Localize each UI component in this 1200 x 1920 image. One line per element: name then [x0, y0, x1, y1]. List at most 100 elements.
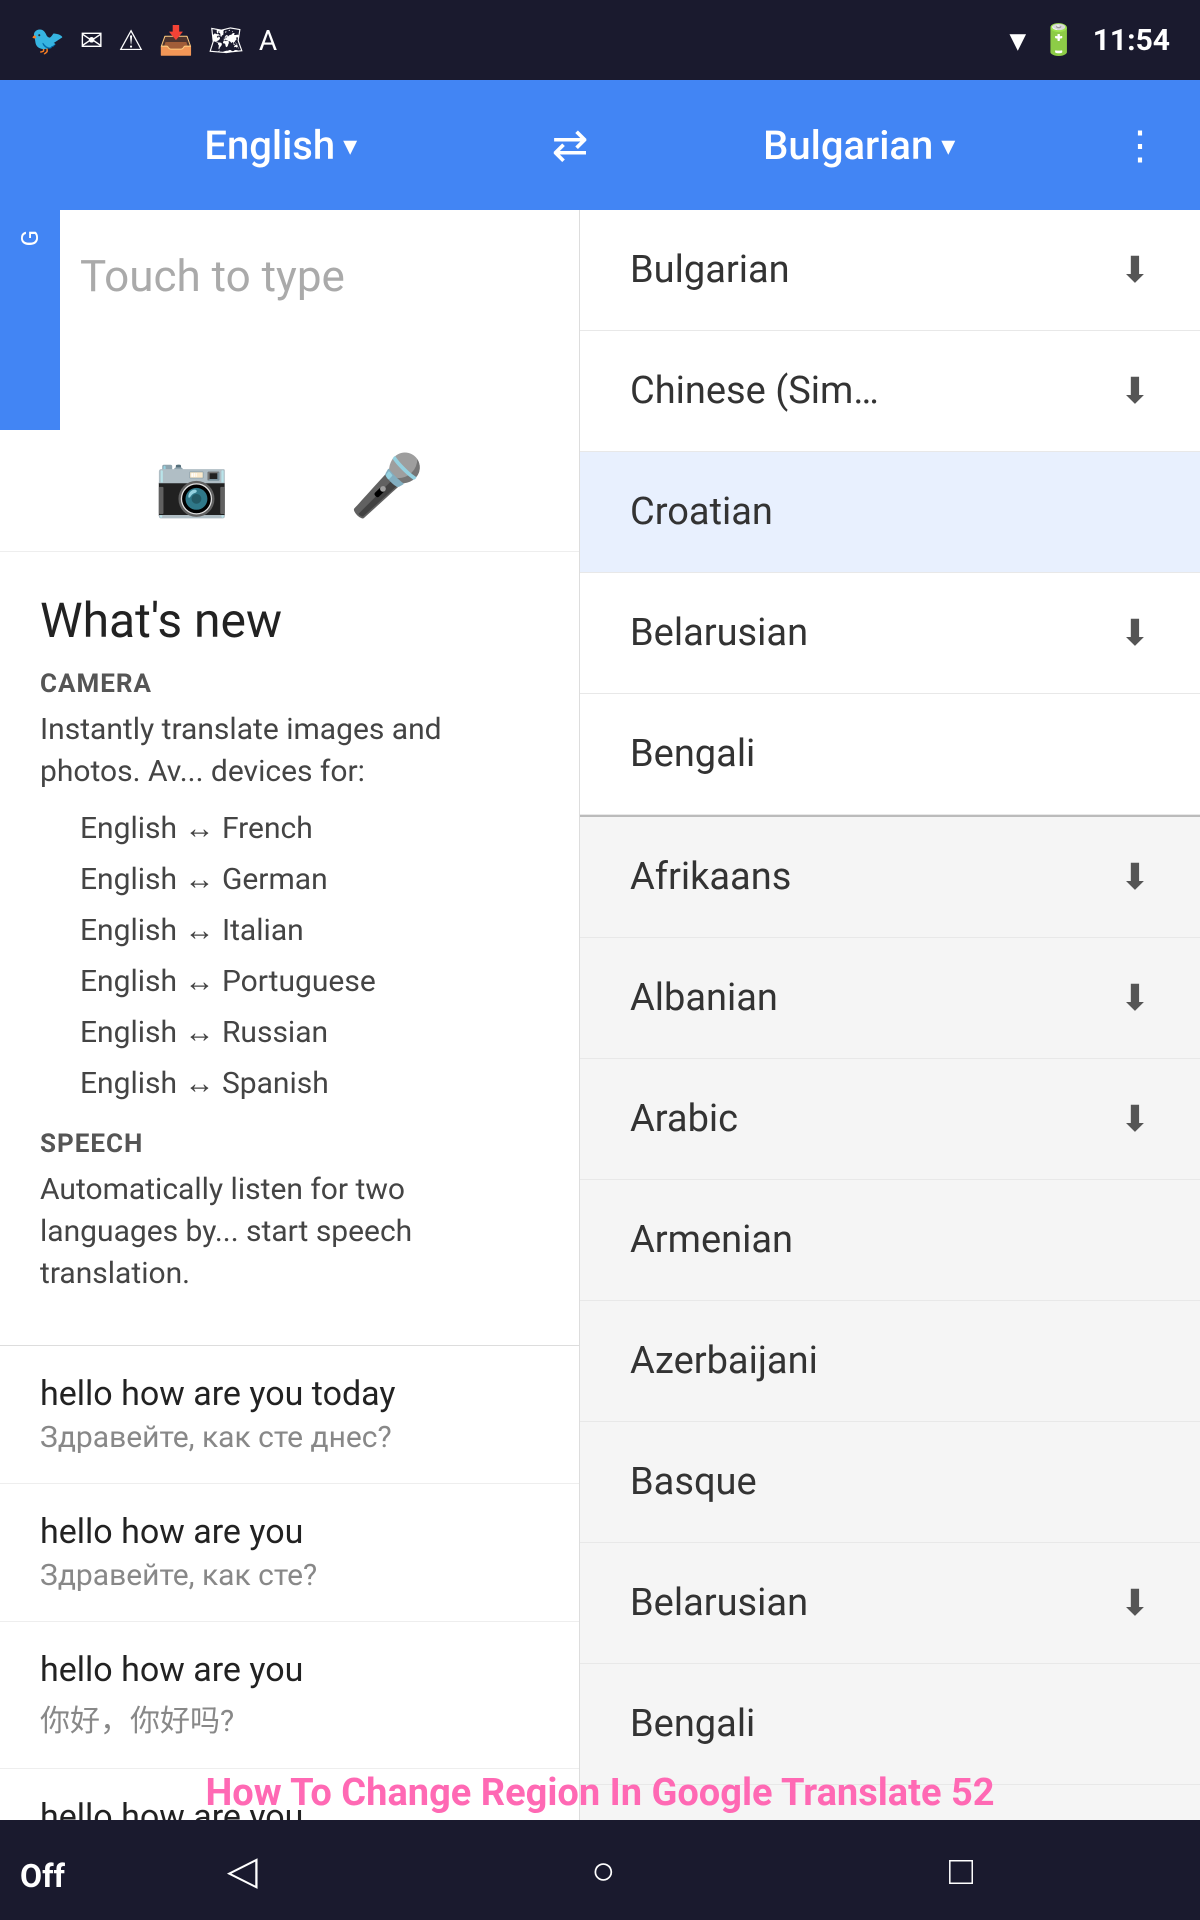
history-item-0[interactable]: hello how are you today Здравейте, как с…	[0, 1346, 579, 1484]
wifi-icon: ▾	[1010, 23, 1025, 58]
download-icon-belarusian[interactable]: ⬇	[1120, 612, 1150, 654]
lang-albanian[interactable]: Albanian ⬇	[580, 938, 1200, 1059]
recents-icon: □	[949, 1847, 973, 1894]
twitter-icon: 🐦	[30, 24, 65, 57]
pinned-lang-bengali[interactable]: Bengali	[580, 694, 1200, 815]
input-area[interactable]: Touch to type	[0, 210, 579, 430]
download-icon-afrikaans[interactable]: ⬇	[1120, 856, 1150, 898]
camera-section-desc: Instantly translate images and photos. A…	[40, 709, 539, 793]
clock: 11:54	[1093, 23, 1170, 58]
pinned-lang-belarusian-label: Belarusian	[630, 611, 808, 655]
lang-basque[interactable]: Basque	[580, 1422, 1200, 1543]
language-dropdown-panel[interactable]: Bulgarian ⬇ Chinese (Sim… ⬇ Croatian Bel…	[580, 210, 1200, 1820]
speech-section-label: SPEECH	[40, 1129, 539, 1159]
gmail-icon: ✉	[80, 24, 103, 57]
lang-pair-german: English ↔ German	[80, 854, 539, 905]
battery-icon: 🔋	[1040, 23, 1077, 58]
lang-afrikaans-label: Afrikaans	[630, 855, 791, 899]
pinned-lang-bulgarian-label: Bulgarian	[630, 248, 790, 292]
history-source-0: hello how are you today	[40, 1374, 539, 1414]
google-logo: G	[16, 230, 44, 246]
lang-azerbaijani[interactable]: Azerbaijani	[580, 1301, 1200, 1422]
download-icon-arabic[interactable]: ⬇	[1120, 1098, 1150, 1140]
lang-arabic-label: Arabic	[630, 1097, 738, 1141]
camera-mic-row: 📷 🎤	[0, 430, 579, 552]
whats-new-card: What's new CAMERA Instantly translate im…	[0, 552, 579, 1346]
home-icon: ○	[591, 1847, 615, 1894]
pinned-lang-bengali-label: Bengali	[630, 732, 755, 776]
download-icon-chinese[interactable]: ⬇	[1120, 370, 1150, 412]
more-icon: ⋮	[1120, 122, 1160, 169]
translation-history: hello how are you today Здравейте, как с…	[0, 1346, 579, 1820]
lang-pair-italian: English ↔ Italian	[80, 905, 539, 956]
warning-icon: ⚠	[118, 24, 143, 57]
lang-pair-russian: English ↔ Russian	[80, 1007, 539, 1058]
lang-bengali-label: Bengali	[630, 1702, 755, 1746]
history-item-1[interactable]: hello how are you Здравейте, как сте?	[0, 1484, 579, 1622]
left-panel: G Touch to type 📷 🎤 What's new CAMERA In…	[0, 210, 580, 1820]
target-lang-dropdown-arrow: ▾	[941, 129, 955, 162]
lang-pair-french: English ↔ French	[80, 803, 539, 854]
top-bar: English ▾ ⇄ Bulgarian ▾ ⋮	[0, 80, 1200, 210]
lang-armenian-label: Armenian	[630, 1218, 793, 1262]
lang-belarusian[interactable]: Belarusian ⬇	[580, 1543, 1200, 1664]
home-button[interactable]: ○	[591, 1847, 615, 1894]
more-options-button[interactable]: ⋮	[1110, 122, 1170, 169]
bottom-nav: Off ◁ ○ □	[0, 1820, 1200, 1920]
status-icons-left: 🐦 ✉ ⚠ 📥 🗺 A	[30, 24, 277, 57]
lang-pair-portuguese: English ↔ Portuguese	[80, 956, 539, 1007]
status-icons-right: ▾ 🔋 11:54	[1010, 23, 1170, 58]
download-notif-icon: 📥	[158, 24, 193, 57]
download-icon-bulgarian[interactable]: ⬇	[1120, 249, 1150, 291]
maps-icon: 🗺	[208, 24, 244, 57]
swap-icon: ⇄	[552, 119, 589, 171]
off-label: Off	[20, 1857, 65, 1895]
history-source-3: hello how are you	[40, 1797, 539, 1820]
history-translated-2: 你好，你好吗?	[40, 1696, 539, 1740]
google-logo-area: G	[0, 210, 60, 430]
history-item-2[interactable]: hello how are you 你好，你好吗?	[0, 1622, 579, 1769]
status-bar: 🐦 ✉ ⚠ 📥 🗺 A ▾ 🔋 11:54	[0, 0, 1200, 80]
target-language-label: Bulgarian	[763, 122, 933, 169]
pinned-languages-section: Bulgarian ⬇ Chinese (Sim… ⬇ Croatian Bel…	[580, 210, 1200, 815]
back-icon: ◁	[227, 1847, 258, 1894]
lang-belarusian-label: Belarusian	[630, 1581, 808, 1625]
a-icon: A	[259, 24, 277, 57]
all-languages-section: Afrikaans ⬇ Albanian ⬇ Arabic ⬇ Armenian…	[580, 817, 1200, 1820]
pinned-lang-belarusian[interactable]: Belarusian ⬇	[580, 573, 1200, 694]
download-icon-belarusian2[interactable]: ⬇	[1120, 1582, 1150, 1624]
pinned-lang-chinese-label: Chinese (Sim…	[630, 369, 879, 413]
source-lang-dropdown-arrow: ▾	[343, 129, 357, 162]
history-source-1: hello how are you	[40, 1512, 539, 1552]
microphone-button[interactable]: 🎤	[350, 450, 425, 521]
lang-bengali[interactable]: Bengali	[580, 1664, 1200, 1785]
speech-section-desc: Automatically listen for two languages b…	[40, 1169, 539, 1295]
camera-lang-pairs: English ↔ French English ↔ German Englis…	[80, 803, 539, 1109]
lang-bosnian[interactable]: Bosnian	[580, 1785, 1200, 1820]
lang-arabic[interactable]: Arabic ⬇	[580, 1059, 1200, 1180]
lang-afrikaans[interactable]: Afrikaans ⬇	[580, 817, 1200, 938]
history-translated-1: Здравейте, как сте?	[40, 1558, 539, 1593]
pinned-lang-bulgarian[interactable]: Bulgarian ⬇	[580, 210, 1200, 331]
download-icon-albanian[interactable]: ⬇	[1120, 977, 1150, 1019]
lang-pair-spanish: English ↔ Spanish	[80, 1058, 539, 1109]
lang-armenian[interactable]: Armenian	[580, 1180, 1200, 1301]
pinned-lang-croatian[interactable]: Croatian	[580, 452, 1200, 573]
lang-albanian-label: Albanian	[630, 976, 778, 1020]
recents-button[interactable]: □	[949, 1847, 973, 1894]
lang-azerbaijani-label: Azerbaijani	[630, 1339, 818, 1383]
main-content: G Touch to type 📷 🎤 What's new CAMERA In…	[0, 210, 1200, 1820]
lang-basque-label: Basque	[630, 1460, 757, 1504]
camera-button[interactable]: 📷	[155, 450, 230, 521]
back-button[interactable]: ◁	[227, 1847, 258, 1894]
touch-to-type-placeholder[interactable]: Touch to type	[80, 250, 345, 302]
source-language-button[interactable]: English ▾	[30, 122, 532, 169]
history-item-3[interactable]: hello how are you Прывітанне, як ты?	[0, 1769, 579, 1820]
history-source-2: hello how are you	[40, 1650, 539, 1690]
pinned-lang-chinese[interactable]: Chinese (Sim… ⬇	[580, 331, 1200, 452]
history-translated-0: Здравейте, как сте днес?	[40, 1420, 539, 1455]
whats-new-title: What's new	[40, 592, 539, 649]
source-language-label: English	[204, 122, 335, 169]
swap-languages-button[interactable]: ⇄	[532, 119, 609, 171]
target-language-button[interactable]: Bulgarian ▾	[608, 122, 1110, 169]
